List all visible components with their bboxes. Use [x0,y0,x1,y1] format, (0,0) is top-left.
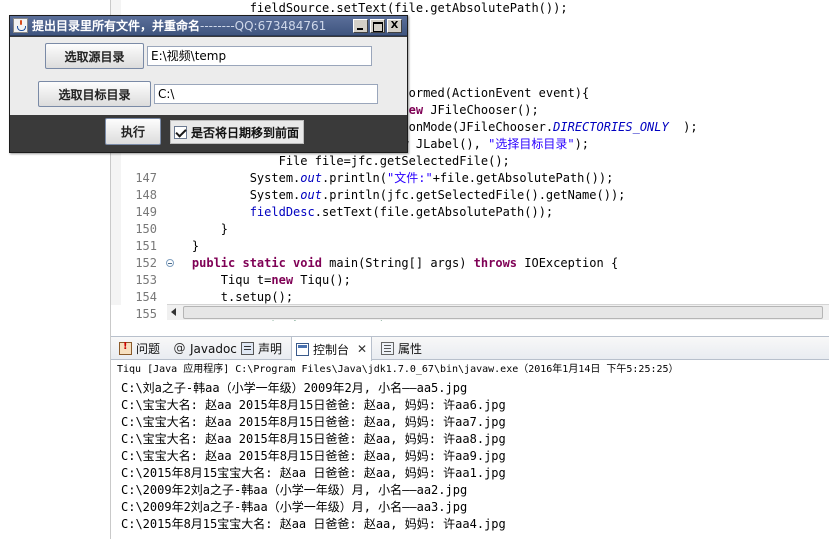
dialog-title: 提出目录里所有文件，并重命名--------QQ:673484761 [32,18,326,34]
run-button[interactable]: 执行 [105,118,161,145]
tab-properties[interactable]: 属性 [377,337,426,360]
code-token: ); [574,137,590,151]
code-token: "选择目标目录" [488,137,575,151]
dialog-content: 选取源目录 E:\视频\temp 选取目标目录 C:\ [10,37,407,115]
close-icon[interactable]: X [387,19,402,33]
console-process-header: Tiqu [Java 应用程序] C:\Program Files\Java\j… [117,364,679,375]
tab-console[interactable]: 控制台 ✕ [291,337,373,361]
source-path-field[interactable]: E:\视频\temp [147,46,372,66]
select-target-button[interactable]: 选取目标目录 [38,81,151,107]
console-line: C:\宝宝大名: 赵aa 2015年8月15日爸爸: 赵aa, 妈妈: 许aa8… [121,432,506,446]
line-number: 154 [135,290,157,304]
console-icon [296,342,309,356]
code-token: .println(jfc.getSelectedFile().getName()… [321,188,626,202]
java-coffee-icon [13,18,28,33]
console-line: C:\2009年2刘a之子-韩aa（小学一年级）月, 小名——aa2.jpg [121,483,468,497]
tab-javadoc[interactable]: @ Javadoc [169,337,241,360]
panel-tab-bar: 问题 @ Javadoc 声明 控制台 ✕ 属性 [111,336,829,361]
console-line: C:\宝宝大名: 赵aa 2015年8月15日爸爸: 赵aa, 妈妈: 许aa6… [121,398,506,412]
code-line: 149 fieldDesc.setText(file.getAbsolutePa… [121,204,553,221]
code-token: public static void [191,256,322,270]
line-number: 155 [135,307,157,321]
minimize-icon[interactable] [353,19,368,33]
rename-dialog: 提出目录里所有文件，并重命名--------QQ:673484761 X 选取源… [9,15,408,153]
code-token: Tiqu(); [293,273,351,287]
code-token: t.setup(); [163,290,294,304]
code-token: throws [473,256,518,270]
dialog-title-main: 提出目录里所有文件，并重命名 [32,19,201,33]
line-number: 147 [135,171,157,185]
code-token: .setText(file.getAbsolutePath()); [314,205,554,219]
dialog-footer: 执行 是否将日期移到前面 [10,115,407,152]
code-token: } [163,222,229,236]
tab-properties-label: 属性 [398,342,423,356]
code-token: fieldSource.setText(file.getAbsolutePath… [163,1,568,15]
line-number: 152 [135,256,157,270]
code-line: 147 System.out.println("文件:"+file.getAbs… [121,170,613,187]
code-line: 152 public static void main(String[] arg… [121,255,618,272]
code-token: new [271,273,294,287]
line-number: 153 [135,273,157,287]
maximize-icon[interactable] [370,19,385,33]
tab-problems-label: 问题 [136,342,161,356]
code-token: "文件:" [387,171,433,185]
scrollbar-thumb[interactable] [183,306,823,319]
code-token: System. [163,171,301,185]
target-path-field[interactable]: C:\ [154,84,378,104]
code-token: +file.getAbsolutePath()); [432,171,614,185]
javadoc-icon: @ [173,341,186,355]
code-token: fieldDesc [249,205,315,219]
code-token: main(String[] args) [321,256,474,270]
console-line: C:\2009年2刘a之子-韩aa（小学一年级）月, 小名——aa3.jpg [121,500,468,514]
code-line: 151 } [121,238,199,255]
code-token: out [300,171,322,185]
line-number: 148 [135,188,157,202]
date-to-front-checkbox[interactable] [174,125,187,139]
console-line: C:\宝宝大名: 赵aa 2015年8月15日爸爸: 赵aa, 妈妈: 许aa7… [121,415,506,429]
code-token: } [163,239,200,253]
code-token: out [300,188,322,202]
bottom-panel: 问题 @ Javadoc 声明 控制台 ✕ 属性 Tiqu [Java 应用程序… [110,322,829,539]
code-line: File file=jfc.getSelectedFile(); [121,153,510,170]
tab-problems[interactable]: 问题 [115,337,164,360]
code-line: 150 } [121,221,228,238]
close-tab-icon[interactable]: ✕ [357,342,367,356]
date-to-front-option[interactable]: 是否将日期移到前面 [170,120,305,144]
scroll-left-arrow-icon[interactable] [171,308,176,316]
code-line: 148 System.out.println(jfc.getSelectedFi… [121,187,625,204]
console-line: C:\2015年8月15宝宝大名: 赵aa 日爸爸: 赵aa, 妈妈: 许aa1… [121,466,506,480]
console-line: C:\2015年8月15宝宝大名: 赵aa 日爸爸: 赵aa, 妈妈: 许aa4… [121,517,506,531]
code-token: ); [668,120,698,134]
code-token: DIRECTORIES_ONLY [553,120,669,134]
code-token: JFileChooser(); [423,103,539,117]
tab-console-label: 控制台 [313,342,350,357]
problems-icon [119,341,132,355]
tab-javadoc-label: Javadoc [190,341,237,356]
line-number: 149 [135,205,157,219]
code-token: Tiqu t= [163,273,272,287]
line-number: 151 [135,239,157,253]
console-line: C:\刘a之子-韩aa（小学一年级）2009年2月, 小名——aa5.jpg [121,381,468,395]
dialog-title-suffix: --------QQ:673484761 [200,19,327,33]
console-line: C:\宝宝大名: 赵aa 2015年8月15日爸爸: 赵aa, 妈妈: 许aa9… [121,449,506,463]
select-source-button[interactable]: 选取源目录 [45,43,144,69]
editor-horizontal-scrollbar[interactable] [167,304,829,320]
code-token: System. [163,188,301,202]
fold-toggle-icon[interactable] [166,259,174,267]
code-line: 153 Tiqu t=new Tiqu(); [121,272,351,289]
line-number: 150 [135,222,157,236]
code-token: IOException { [517,256,619,270]
code-token: .println( [321,171,387,185]
properties-icon [381,342,394,355]
tab-declaration-label: 声明 [258,342,283,356]
dialog-titlebar[interactable]: 提出目录里所有文件，并重命名--------QQ:673484761 X [10,16,407,36]
code-token: File file=jfc.getSelectedFile(); [163,154,510,168]
tab-declaration[interactable]: 声明 [237,337,286,360]
date-to-front-label: 是否将日期移到前面 [191,125,300,140]
declaration-icon [241,342,254,355]
